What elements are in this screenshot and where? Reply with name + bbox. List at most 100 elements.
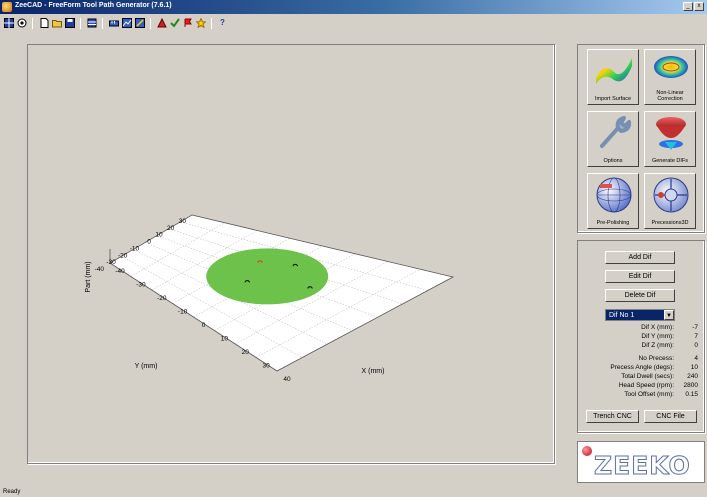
z-axis-label: Part (mm)	[85, 261, 92, 292]
x-tick-label: -20	[157, 295, 167, 302]
head-speed-label: Head Speed (rpm):	[618, 382, 674, 389]
dif-y-row: Dif Y (mm): 7	[582, 332, 698, 341]
surface-icon	[596, 58, 632, 84]
logo-text: ZEEKO	[594, 451, 691, 481]
dif-x-row: Dif X (mm): -7	[582, 323, 698, 332]
y-axis-label: Y (mm)	[135, 363, 158, 370]
zoom-icon[interactable]	[134, 18, 145, 29]
import-surface-label: Import Surface	[594, 96, 632, 102]
dif-select[interactable]: Dif No 1 ▼	[605, 309, 675, 321]
precessions3d-label: Precessions3D	[651, 220, 689, 226]
toolbar-separator	[211, 17, 212, 29]
total-dwell-label: Total Dwell (secs):	[621, 373, 674, 380]
star-icon[interactable]	[195, 18, 206, 29]
layers-icon[interactable]	[86, 18, 97, 29]
tool-offset-value: 0.15	[685, 391, 698, 398]
delete-dif-button[interactable]: Delete Dif	[605, 289, 675, 302]
options-label: Options	[603, 158, 623, 164]
toolbar-separator	[102, 17, 103, 29]
y-tick-label: 0	[147, 239, 151, 246]
precess-angle-row: Precess Angle (degs): 10	[582, 363, 698, 372]
chart-icon[interactable]	[121, 18, 132, 29]
precession-icon	[653, 177, 689, 213]
save-icon[interactable]	[64, 18, 75, 29]
edit-dif-button[interactable]: Edit Dif	[605, 270, 675, 283]
chevron-down-icon[interactable]: ▼	[664, 310, 674, 320]
dif-y-value: 7	[694, 333, 698, 340]
dif-panel: Add Dif Edit Dif Delete Dif Dif No 1 ▼ D…	[577, 240, 705, 433]
dif-z-row: Dif Z (mm): 0	[582, 341, 699, 350]
generate-difs-button[interactable]: Generate DIFs	[644, 111, 696, 167]
grid-icon[interactable]	[3, 18, 14, 29]
logo-ball-icon	[582, 446, 592, 456]
y-tick-label: 10	[155, 232, 163, 239]
x-tick-label: 30	[263, 363, 271, 370]
dif-y-label: Dif Y (mm):	[641, 333, 674, 340]
pre-polishing-label: Pre-Polishing	[596, 220, 630, 226]
x-tick-label: -10	[178, 309, 188, 316]
toolbar: ?	[0, 15, 707, 31]
wrench-icon	[600, 116, 632, 148]
tool-offset-row: Tool Offset (mm): 0.15	[582, 390, 698, 399]
dif-x-label: Dif X (mm):	[641, 324, 674, 331]
x-tick-label: 20	[242, 349, 250, 356]
flag-icon[interactable]	[182, 18, 193, 29]
y-tick-label: 30	[179, 218, 187, 225]
cnc-file-button[interactable]: CNC File	[644, 410, 697, 423]
pre-polishing-button[interactable]: Pre-Polishing	[587, 173, 639, 229]
target-icon[interactable]	[16, 18, 27, 29]
import-surface-button[interactable]: Import Surface	[587, 49, 639, 105]
add-dif-button[interactable]: Add Dif	[605, 251, 675, 264]
precessions3d-button[interactable]: Precessions3D	[644, 173, 696, 229]
measure-icon[interactable]	[108, 18, 119, 29]
y-tick-label: -30	[106, 259, 116, 266]
toolbar-separator	[80, 17, 81, 29]
x-tick-label: 10	[221, 336, 229, 343]
dif-select-value: Dif No 1	[609, 312, 635, 319]
head-speed-row: Head Speed (rpm): 2800	[582, 381, 698, 390]
window-controls: _ x	[683, 2, 704, 11]
plot-panel: -40 -30 -20 -10 0 10 20 30 40 -40 -30 -20 -10 0 10 20 30…	[27, 44, 555, 464]
y-tick-label: -10	[130, 245, 140, 252]
app-icon	[2, 2, 12, 12]
options-button[interactable]: Options	[587, 111, 639, 167]
generate-difs-label: Generate DIFs	[651, 158, 689, 164]
toolbar-separator	[150, 17, 151, 29]
check-icon[interactable]	[169, 18, 180, 29]
polishing-head-icon	[656, 117, 686, 150]
dif-z-value: 0	[694, 342, 698, 349]
polish-icon[interactable]	[156, 18, 167, 29]
dif-z-label: Dif Z (mm):	[641, 342, 675, 349]
open-folder-icon[interactable]	[51, 18, 62, 29]
total-dwell-row: Total Dwell (secs): 240	[582, 372, 698, 381]
title-bar: ZeeCAD - FreeForm Tool Path Generator (7…	[0, 0, 707, 14]
x-axis-label: X (mm)	[362, 368, 385, 375]
y-tick-label: -40	[95, 266, 105, 273]
no-precess-row: No Precess: 4	[582, 354, 698, 363]
x-tick-label: 0	[202, 322, 206, 329]
precess-angle-label: Precess Angle (degs):	[610, 364, 674, 371]
x-tick-label: 40	[283, 376, 291, 383]
total-dwell-value: 240	[687, 373, 698, 380]
x-tick-label: -40	[115, 268, 125, 275]
window-title: ZeeCAD - FreeForm Tool Path Generator (7…	[15, 2, 172, 9]
surface-plot[interactable]: -40-30-20-10010203040-40-30-20-100102030…	[28, 45, 556, 465]
toolbar-separator	[32, 17, 33, 29]
minimize-button[interactable]: _	[683, 2, 693, 11]
tool-panel: Import Surface Non-Linear Correction Opt…	[577, 44, 705, 233]
non-linear-correction-label: Non-Linear Correction	[656, 90, 684, 102]
close-button[interactable]: x	[694, 2, 704, 11]
tool-offset-label: Tool Offset (mm):	[624, 391, 674, 398]
y-tick-label: -20	[118, 252, 128, 259]
no-precess-label: No Precess:	[638, 355, 674, 362]
workpiece-disc	[206, 248, 329, 305]
new-file-icon[interactable]	[38, 18, 49, 29]
non-linear-correction-button[interactable]: Non-Linear Correction	[644, 49, 696, 105]
trench-cnc-button[interactable]: Trench CNC	[586, 410, 639, 423]
head-speed-value: 2800	[683, 382, 698, 389]
help-icon[interactable]: ?	[217, 18, 228, 29]
dif-x-value: -7	[692, 324, 698, 331]
correction-icon	[654, 56, 688, 78]
zeeko-logo: ZEEKO	[577, 441, 705, 483]
y-tick-label: 20	[167, 225, 175, 232]
